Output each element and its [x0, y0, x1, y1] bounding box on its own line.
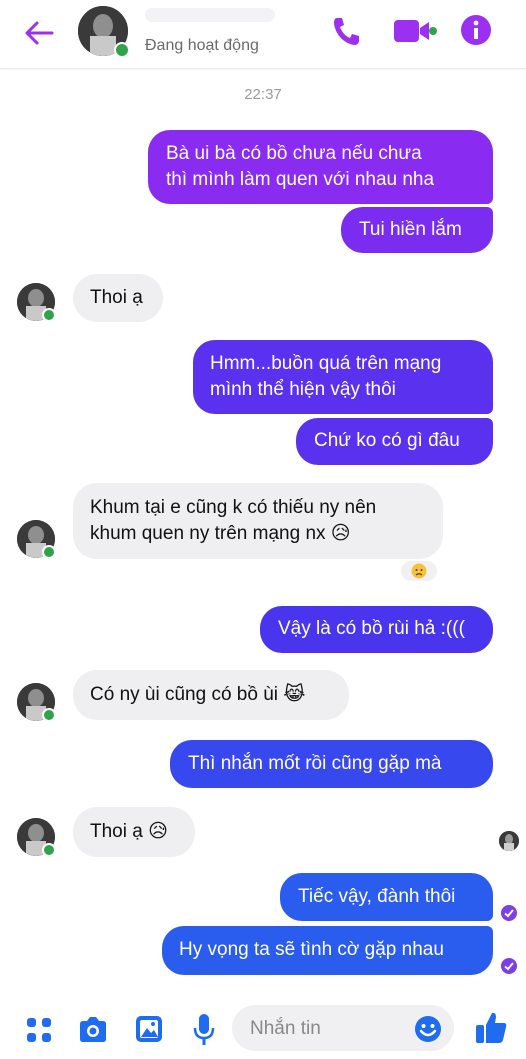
back-arrow-icon[interactable]	[22, 16, 56, 50]
contact-name-redacted	[145, 8, 275, 22]
message-text: Hmm...buồn quá trên mạng	[210, 353, 442, 374]
delivered-check-icon	[501, 905, 517, 921]
message-text: Hy vọng ta sẽ tình cờ gặp nhau	[179, 939, 444, 960]
video-call-icon[interactable]	[393, 16, 437, 46]
like-icon[interactable]	[474, 1010, 508, 1046]
message-bubble-sent[interactable]: Hmm...buồn quá trên mạng mình thể hiện v…	[193, 340, 493, 414]
online-indicator	[42, 708, 56, 722]
message-text: Bà ui bà có bồ chưa nếu chưa	[166, 143, 422, 164]
camera-icon[interactable]	[77, 1015, 109, 1045]
message-text: Thoi ạ 😥	[90, 821, 168, 842]
delivered-check-icon	[501, 958, 517, 974]
message-bubble-received[interactable]: Thoi ạ	[73, 274, 163, 322]
message-text: thì mình làm quen với nhau nha	[166, 169, 435, 190]
message-text: Có ny ùi cũng có bồ ùi 😹	[90, 684, 306, 705]
message-text: Chứ ko có gì đâu	[314, 430, 460, 451]
online-indicator	[42, 308, 56, 322]
phone-icon[interactable]	[330, 14, 360, 48]
message-bubble-received[interactable]: Khum tại e cũng k có thiếu ny nên khum q…	[73, 483, 443, 559]
message-bubble-sent[interactable]: Vậy là có bồ rùi hả :(((	[260, 606, 493, 653]
message-text: Thì nhắn mốt rồi cũng gặp mà	[188, 753, 442, 774]
message-text: Vậy là có bồ rùi hả :(((	[278, 618, 465, 639]
message-bubble-received[interactable]: Có ny ùi cũng có bồ ùi 😹	[73, 670, 349, 720]
message-bubble-sent[interactable]: Thì nhắn mốt rồi cũng gặp mà	[170, 740, 493, 788]
emoji-icon[interactable]	[413, 1014, 443, 1044]
chat-header: Đang hoạt động	[0, 0, 526, 68]
reaction-badge[interactable]	[399, 559, 439, 583]
message-input-placeholder: Nhắn tin	[250, 1018, 321, 1039]
sad-face-icon	[411, 563, 427, 579]
message-bubble-sent[interactable]: Tui hiền lắm	[341, 207, 493, 253]
message-bubble-sent[interactable]: Bà ui bà có bồ chưa nếu chưa thì mình là…	[148, 130, 493, 204]
online-indicator	[42, 843, 56, 857]
gallery-icon[interactable]	[134, 1014, 164, 1044]
seen-avatar	[499, 831, 519, 851]
message-bubble-received[interactable]: Thoi ạ 😥	[73, 807, 195, 857]
active-status: Đang hoạt động	[145, 37, 259, 54]
message-text: Tui hiền lắm	[359, 219, 462, 240]
online-indicator	[114, 42, 130, 58]
message-text: Thoi ạ	[90, 287, 143, 308]
message-text: khum quen ny trên mạng nx 😥	[90, 523, 351, 544]
message-text: Khum tại e cũng k có thiếu ny nên	[90, 497, 377, 518]
microphone-icon[interactable]	[191, 1012, 217, 1048]
message-text: mình thể hiện vậy thôi	[210, 379, 396, 400]
menu-dots-icon[interactable]	[25, 1016, 53, 1044]
message-bubble-sent[interactable]: Tiếc vậy, đành thôi	[280, 873, 493, 921]
info-icon[interactable]	[460, 14, 492, 46]
message-timestamp: 22:37	[244, 86, 282, 103]
online-indicator	[42, 545, 56, 559]
message-text: Tiếc vậy, đành thôi	[298, 886, 456, 907]
message-bubble-sent[interactable]: Hy vọng ta sẽ tình cờ gặp nhau	[162, 926, 493, 975]
message-bubble-sent[interactable]: Chứ ko có gì đâu	[296, 418, 493, 465]
